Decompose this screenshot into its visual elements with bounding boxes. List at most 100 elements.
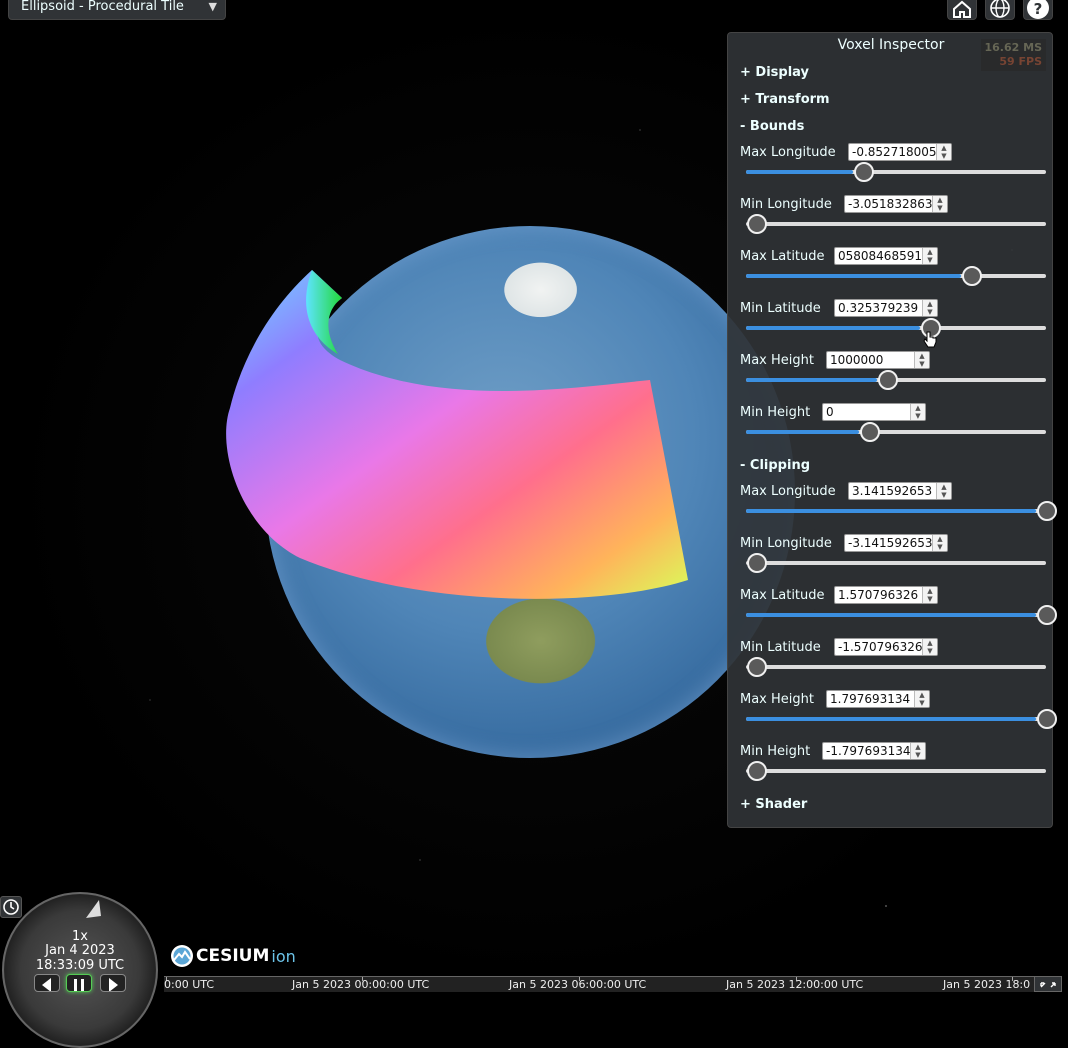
spinner-icon[interactable]: ▲ ▼ bbox=[910, 404, 925, 420]
spinner-icon[interactable]: ▲ ▼ bbox=[910, 743, 925, 759]
cesium-logo-icon bbox=[171, 945, 193, 967]
section-bounds[interactable]: - Bounds bbox=[740, 119, 804, 134]
slider-thumb[interactable] bbox=[747, 553, 767, 573]
bounds-slider[interactable] bbox=[746, 422, 1046, 442]
bounds-number-input[interactable]: 1000000 ▲ ▼ bbox=[826, 351, 930, 369]
svg-text:?: ? bbox=[1034, 0, 1043, 18]
section-display[interactable]: + Display bbox=[740, 65, 809, 80]
timeline-label: Jan 5 2023 18:0 bbox=[943, 978, 1031, 991]
clipping-number-value: 3.141592653 bbox=[852, 484, 933, 498]
timeline[interactable]: 0:00 UTC Jan 5 2023 00:00:00 UTC Jan 5 2… bbox=[164, 976, 1034, 992]
scene-select-value: Ellipsoid - Procedural Tile bbox=[21, 0, 184, 14]
spinner-icon[interactable]: ▲ ▼ bbox=[922, 300, 937, 316]
bounds-slider[interactable] bbox=[746, 370, 1046, 390]
clipping-label: Max Longitude bbox=[740, 484, 836, 499]
clock-speed: 1x bbox=[72, 929, 88, 944]
bounds-slider[interactable] bbox=[746, 214, 1046, 234]
pause-button[interactable] bbox=[66, 974, 92, 992]
clipping-slider[interactable] bbox=[746, 605, 1057, 625]
section-shader[interactable]: + Shader bbox=[740, 797, 807, 812]
spinner-icon[interactable]: ▲ ▼ bbox=[932, 196, 947, 212]
bounds-label: Max Height bbox=[740, 353, 814, 368]
clipping-number-input[interactable]: -3.141592653 ▲ ▼ bbox=[844, 534, 948, 552]
clipping-slider[interactable] bbox=[746, 657, 1046, 677]
scene-select[interactable]: Ellipsoid - Procedural Tile ▼ bbox=[8, 0, 226, 20]
clipping-slider[interactable] bbox=[746, 709, 1057, 729]
play-forward-button[interactable] bbox=[100, 974, 126, 992]
fullscreen-button[interactable] bbox=[1034, 976, 1062, 992]
clipping-slider[interactable] bbox=[746, 501, 1057, 521]
spinner-icon[interactable]: ▲ ▼ bbox=[922, 248, 937, 264]
slider-thumb[interactable] bbox=[854, 162, 875, 182]
slider-thumb[interactable] bbox=[1037, 605, 1057, 625]
bounds-number-input[interactable]: -0.852718005 ▲ ▼ bbox=[848, 143, 952, 161]
clipping-label: Max Height bbox=[740, 692, 814, 707]
clipping-label: Min Longitude bbox=[740, 536, 832, 551]
spinner-icon[interactable]: ▲ ▼ bbox=[936, 144, 951, 160]
scene-mode-button[interactable] bbox=[985, 0, 1015, 20]
bounds-slider[interactable] bbox=[746, 266, 1046, 286]
bounds-slider[interactable] bbox=[746, 318, 1046, 338]
voxel-inspector-panel: Voxel Inspector 16.62 MS 59 FPS + Displa… bbox=[727, 32, 1057, 828]
brand-suffix: ion bbox=[271, 946, 296, 966]
bounds-number-input[interactable]: 0.325379239 ▲ ▼ bbox=[834, 299, 938, 317]
spinner-icon[interactable]: ▲ ▼ bbox=[936, 483, 951, 499]
animation-widget: 1x Jan 4 2023 18:33:09 UTC bbox=[0, 892, 164, 1048]
spinner-icon[interactable]: ▲ ▼ bbox=[922, 639, 937, 655]
slider-thumb[interactable] bbox=[747, 657, 767, 677]
slider-thumb[interactable] bbox=[860, 422, 881, 442]
clipping-number-value: 1.570796326 bbox=[838, 588, 919, 602]
bounds-number-input[interactable]: -3.051832863 ▲ ▼ bbox=[844, 195, 948, 213]
clipping-label: Min Height bbox=[740, 744, 811, 759]
hand-cursor-icon bbox=[923, 331, 937, 348]
spinner-icon[interactable]: ▲ ▼ bbox=[932, 535, 947, 551]
clipping-number-input[interactable]: 1.797693134 ▲ ▼ bbox=[826, 690, 930, 708]
spinner-icon[interactable]: ▲ ▼ bbox=[914, 352, 929, 368]
bounds-slider[interactable] bbox=[746, 162, 1046, 182]
bounds-number-value: 1000000 bbox=[830, 353, 884, 367]
clipping-slider[interactable] bbox=[746, 553, 1046, 573]
slider-thumb[interactable] bbox=[1037, 709, 1057, 729]
bounds-number-value: 05808468591 bbox=[838, 249, 922, 263]
timeline-label: Jan 5 2023 00:00:00 UTC bbox=[292, 978, 430, 991]
slider-fill bbox=[746, 274, 961, 278]
clipping-number-input[interactable]: -1.570796326 ▲ ▼ bbox=[834, 638, 938, 656]
bounds-label: Max Longitude bbox=[740, 145, 836, 160]
bounds-number-input[interactable]: 0 ▲ ▼ bbox=[822, 403, 926, 421]
timeline-label: Jan 5 2023 06:00:00 UTC bbox=[509, 978, 647, 991]
bounds-number-value: 0 bbox=[826, 405, 834, 419]
clipping-number-input[interactable]: 1.570796326 ▲ ▼ bbox=[834, 586, 938, 604]
clipping-number-input[interactable]: -1.797693134 ▲ ▼ bbox=[822, 742, 926, 760]
pause-icon bbox=[74, 979, 84, 991]
performance-display: 16.62 MS 59 FPS bbox=[980, 39, 1046, 71]
slider-thumb[interactable] bbox=[747, 761, 767, 781]
slider-fill bbox=[746, 509, 1036, 513]
slider-thumb[interactable] bbox=[961, 266, 982, 286]
frame-rate: 59 FPS bbox=[999, 55, 1042, 68]
bounds-number-input[interactable]: 05808468591 ▲ ▼ bbox=[834, 247, 938, 265]
clipping-label: Max Latitude bbox=[740, 588, 825, 603]
play-reverse-button[interactable] bbox=[34, 974, 60, 992]
fullscreen-icon bbox=[1040, 982, 1056, 988]
section-clipping[interactable]: - Clipping bbox=[740, 458, 810, 473]
bounds-label: Max Latitude bbox=[740, 249, 825, 264]
slider-fill bbox=[746, 170, 854, 174]
slider-thumb[interactable] bbox=[747, 214, 767, 234]
bounds-label: Min Height bbox=[740, 405, 811, 420]
clipping-number-value: -1.797693134 bbox=[826, 744, 911, 758]
slider-thumb[interactable] bbox=[1037, 501, 1057, 521]
voxel-shell bbox=[226, 270, 688, 599]
slider-thumb[interactable] bbox=[877, 370, 898, 390]
spinner-icon[interactable]: ▲ ▼ bbox=[922, 587, 937, 603]
help-icon: ? bbox=[1027, 0, 1049, 19]
spinner-icon[interactable]: ▲ ▼ bbox=[914, 691, 929, 707]
cesium-ion-logo[interactable]: CESIUM ion bbox=[170, 942, 296, 970]
clipping-slider[interactable] bbox=[746, 761, 1046, 781]
brand-word: CESIUM bbox=[196, 946, 270, 966]
section-transform[interactable]: + Transform bbox=[740, 92, 830, 107]
frame-time: 16.62 MS bbox=[984, 41, 1043, 54]
home-button[interactable] bbox=[947, 0, 977, 20]
shuttle-ring-pointer-icon[interactable] bbox=[84, 898, 104, 920]
clipping-number-input[interactable]: 3.141592653 ▲ ▼ bbox=[848, 482, 952, 500]
help-button[interactable]: ? bbox=[1023, 0, 1053, 20]
